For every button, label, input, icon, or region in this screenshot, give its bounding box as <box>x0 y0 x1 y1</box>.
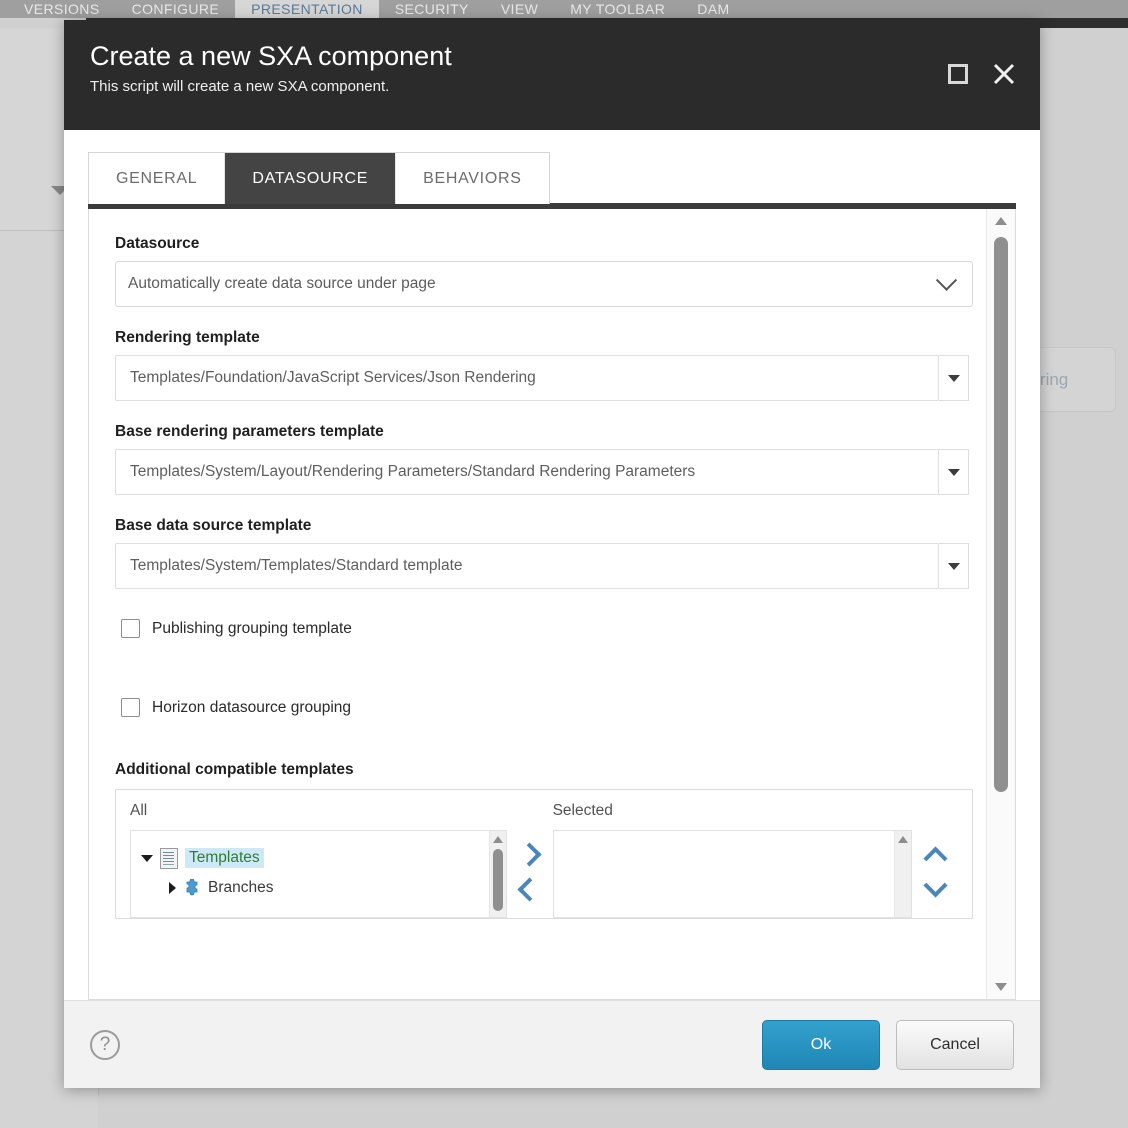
close-icon[interactable] <box>992 62 1016 86</box>
label-base-data-source-template: Base data source template <box>115 517 312 534</box>
base-rendering-parameters-dropdown-button[interactable] <box>939 449 969 495</box>
template-tree: Templates Branches <box>131 831 489 917</box>
duallist-all-listbox[interactable]: Templates Branches <box>130 830 507 918</box>
base-rendering-parameters-input[interactable]: Templates/System/Layout/Rendering Parame… <box>115 449 939 495</box>
ribbon-tab-my-toolbar[interactable]: MY TOOLBAR <box>554 0 681 18</box>
field-base-data-source-template: Base data source template Templates/Syst… <box>115 517 987 589</box>
ribbon-tab-dam[interactable]: DAM <box>681 0 745 18</box>
scroll-thumb[interactable] <box>994 237 1008 792</box>
dialog-content: Datasource Automatically create data sou… <box>88 209 1016 1000</box>
chevron-right-icon[interactable] <box>517 842 542 867</box>
ribbon-tab-configure[interactable]: CONFIGURE <box>116 0 236 18</box>
create-sxa-component-dialog: Create a new SXA component This script w… <box>64 20 1040 1088</box>
tab-general[interactable]: GENERAL <box>89 153 226 204</box>
datasource-select-value: Automatically create data source under p… <box>128 275 436 292</box>
duallist-selected-heading: Selected <box>552 802 613 819</box>
background-panel-upper <box>0 30 64 153</box>
base-rendering-parameters-lookup: Templates/System/Layout/Rendering Parame… <box>115 449 969 495</box>
scroll-up-arrow-icon[interactable] <box>995 217 1007 225</box>
label-additional-compatible-templates: Additional compatible templates <box>115 761 354 778</box>
ribbon-tab-view[interactable]: VIEW <box>485 0 554 18</box>
rendering-template-lookup: Templates/Foundation/JavaScript Services… <box>115 355 969 401</box>
label-rendering-template: Rendering template <box>115 329 260 346</box>
publishing-grouping-template-checkbox[interactable] <box>121 619 140 638</box>
label-datasource: Datasource <box>115 235 200 252</box>
tree-node-templates-label: Templates <box>185 848 264 868</box>
scroll-down-arrow-icon[interactable] <box>995 983 1007 991</box>
dialog-footer: ? Ok Cancel <box>64 1000 1040 1088</box>
tab-datasource[interactable]: DATASOURCE <box>225 153 397 204</box>
duallist-all-column: All Templates Branches <box>130 802 507 918</box>
branches-puzzle-icon <box>183 878 201 897</box>
help-question-icon[interactable]: ? <box>90 1029 120 1060</box>
duallist-transfer-buttons <box>507 802 553 918</box>
rendering-template-dropdown-button[interactable] <box>939 355 969 401</box>
field-base-rendering-parameters-template: Base rendering parameters template Templ… <box>115 423 987 495</box>
tree-node-branches[interactable]: Branches <box>131 873 489 903</box>
ok-button[interactable]: Ok <box>762 1019 880 1070</box>
datasource-select[interactable]: Automatically create data source under p… <box>115 261 973 307</box>
base-data-source-dropdown-button[interactable] <box>939 543 969 589</box>
tree-node-templates[interactable]: Templates <box>131 843 489 873</box>
chevron-down-icon <box>935 269 958 291</box>
horizon-datasource-grouping-checkbox[interactable] <box>121 698 140 717</box>
templates-document-icon <box>160 847 178 869</box>
collapse-arrow-icon[interactable] <box>169 882 176 894</box>
checkbox-row-horizon-datasource-grouping[interactable]: Horizon datasource grouping <box>121 698 987 717</box>
chevron-left-icon[interactable] <box>517 877 542 902</box>
content-vertical-scrollbar[interactable] <box>986 209 1015 999</box>
ribbon-tab-presentation[interactable]: PRESENTATION <box>235 0 379 18</box>
chevron-up-icon[interactable] <box>922 846 948 871</box>
dialog-tabs-row: GENERAL DATASOURCE BEHAVIORS <box>64 130 1040 209</box>
selected-list-scrollbar[interactable] <box>894 831 911 917</box>
triangle-down-icon <box>947 562 960 570</box>
field-rendering-template: Rendering template Templates/Foundation/… <box>115 329 987 401</box>
dialog-header: Create a new SXA component This script w… <box>64 20 1040 130</box>
expand-arrow-icon[interactable] <box>141 854 153 862</box>
additional-compatible-templates-duallist: All Templates Branches Selected <box>115 789 973 919</box>
label-base-rendering-parameters-template: Base rendering parameters template <box>115 423 384 440</box>
rendering-template-input[interactable]: Templates/Foundation/JavaScript Services… <box>115 355 939 401</box>
duallist-selected-listbox[interactable] <box>552 830 912 918</box>
selected-templates-list <box>554 831 894 917</box>
dialog-title: Create a new SXA component <box>90 41 452 71</box>
publishing-grouping-template-label: Publishing grouping template <box>152 619 352 637</box>
chevron-down-icon[interactable] <box>922 873 948 898</box>
duallist-all-heading: All <box>130 802 148 819</box>
triangle-down-icon <box>947 468 960 476</box>
maximize-icon[interactable] <box>948 64 968 84</box>
dialog-subtitle: This script will create a new SXA compon… <box>90 77 390 95</box>
tab-behaviors[interactable]: BEHAVIORS <box>396 153 549 204</box>
scroll-up-arrow-icon[interactable] <box>492 836 503 843</box>
dialog-tabs: GENERAL DATASOURCE BEHAVIORS <box>88 152 550 204</box>
ribbon-tab-versions[interactable]: VERSIONS <box>8 0 116 18</box>
datasource-form: Datasource Automatically create data sou… <box>89 209 987 999</box>
tree-node-branches-label: Branches <box>208 879 274 896</box>
duallist-selected-column: Selected <box>552 802 912 918</box>
duallist-reorder-buttons <box>912 802 958 918</box>
checkbox-row-publishing-grouping-template[interactable]: Publishing grouping template <box>121 619 987 638</box>
dialog-window-controls <box>948 62 1016 86</box>
base-data-source-lookup: Templates/System/Templates/Standard temp… <box>115 543 969 589</box>
all-list-scrollbar[interactable] <box>488 831 506 917</box>
field-datasource: Datasource Automatically create data sou… <box>115 235 987 307</box>
ribbon-tab-security[interactable]: SECURITY <box>379 0 485 18</box>
cancel-button[interactable]: Cancel <box>896 1019 1014 1070</box>
base-data-source-input[interactable]: Templates/System/Templates/Standard temp… <box>115 543 939 589</box>
horizon-datasource-grouping-label: Horizon datasource grouping <box>152 698 352 716</box>
background-bottom-area <box>98 1096 1128 1128</box>
background-ribbon: VERSIONS CONFIGURE PRESENTATION SECURITY… <box>0 0 1128 18</box>
scroll-up-arrow-icon[interactable] <box>898 836 908 843</box>
scroll-thumb[interactable] <box>492 849 503 911</box>
triangle-down-icon <box>947 374 960 382</box>
dialog-action-buttons: Ok Cancel <box>762 1019 1014 1070</box>
